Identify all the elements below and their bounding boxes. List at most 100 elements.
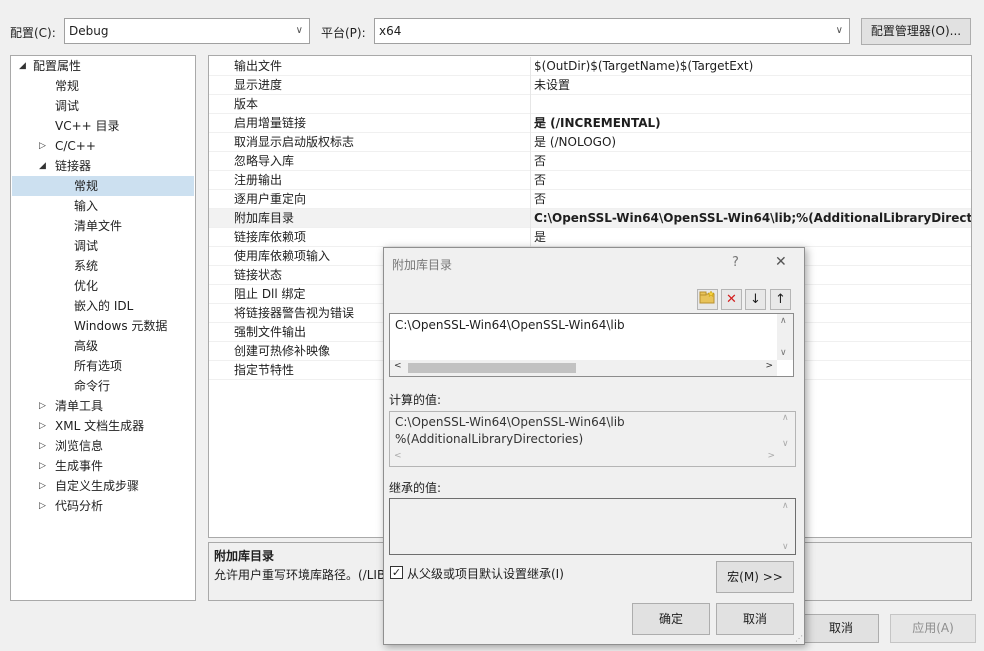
grid-row-value[interactable]: 是 (/INCREMENTAL)	[534, 114, 661, 133]
delete-line-button[interactable]: ✕	[721, 289, 742, 310]
platform-dropdown[interactable]: x64 ∨	[374, 18, 850, 44]
tree-item-linker-general[interactable]: 常规	[12, 176, 194, 196]
grid-row[interactable]: 取消显示启动版权标志 是 (/NOLOGO)	[209, 133, 971, 152]
grid-row-selected[interactable]: 附加库目录 C:\OpenSSL-Win64\OpenSSL-Win64\lib;…	[209, 209, 971, 228]
grid-row[interactable]: 启用增量链接 是 (/INCREMENTAL)	[209, 114, 971, 133]
vertical-scrollbar[interactable]: ∧ ∨	[777, 314, 793, 360]
tree-item-linker-all-options[interactable]: 所有选项	[74, 356, 122, 376]
inherited-value-box: ∧ ∨	[389, 498, 796, 555]
scroll-right-icon[interactable]: >	[767, 451, 775, 461]
directory-edit-value[interactable]: C:\OpenSSL-Win64\OpenSSL-Win64\lib	[395, 318, 625, 332]
tree-item-general[interactable]: 常规	[55, 76, 79, 96]
grid-row-value[interactable]: 否	[534, 190, 546, 209]
grid-row[interactable]: 忽略导入库 否	[209, 152, 971, 171]
column-divider	[530, 228, 531, 247]
platform-value: x64	[379, 24, 402, 38]
move-up-button[interactable]: ↑	[770, 289, 791, 310]
tree-item-vc-directories[interactable]: VC++ 目录	[55, 116, 120, 136]
tree-item-linker-system[interactable]: 系统	[74, 256, 98, 276]
collapsed-arrow-icon[interactable]: ▷	[39, 456, 46, 476]
tree-item-linker-windows-metadata[interactable]: Windows 元数据	[74, 316, 167, 336]
tree-item-debugging[interactable]: 调试	[55, 96, 79, 116]
grid-row[interactable]: 输出文件 $(OutDir)$(TargetName)$(TargetExt)	[209, 57, 971, 76]
column-divider	[530, 190, 531, 209]
collapsed-arrow-icon[interactable]: ▷	[39, 476, 46, 496]
expanded-arrow-icon[interactable]: ◢	[39, 156, 46, 176]
config-dropdown[interactable]: Debug ∨	[64, 18, 310, 44]
expanded-arrow-icon[interactable]: ◢	[19, 56, 26, 76]
grid-row-value[interactable]: 是	[534, 228, 546, 247]
scroll-up-icon[interactable]: ∧	[782, 501, 789, 511]
checkmark-icon: ✓	[391, 566, 402, 579]
inherit-checkbox-label[interactable]: 从父级或项目默认设置继承(I)	[407, 565, 564, 582]
tree-item-xml-doc-generator[interactable]: ▷ XML 文档生成器	[39, 416, 144, 436]
collapsed-arrow-icon[interactable]: ▷	[39, 416, 46, 436]
tree-item-linker[interactable]: ◢ 链接器	[39, 156, 91, 176]
column-divider	[530, 152, 531, 171]
ok-button[interactable]: 确定	[632, 603, 710, 635]
config-manager-button[interactable]: 配置管理器(O)...	[861, 18, 971, 45]
inherit-checkbox[interactable]: ✓	[390, 566, 403, 579]
apply-button[interactable]: 应用(A)	[890, 614, 976, 643]
tree-item-linker-debugging[interactable]: 调试	[74, 236, 98, 256]
macro-button[interactable]: 宏(M) >>	[716, 561, 794, 593]
property-tree[interactable]: ◢ 配置属性 常规 调试 VC++ 目录 ▷ C/C++ ◢ 链接器 常规 输入 清单…	[10, 55, 196, 601]
scroll-up-icon[interactable]: ∧	[780, 316, 787, 326]
tree-item-c-cpp[interactable]: ▷ C/C++	[39, 136, 96, 156]
grid-row[interactable]: 版本	[209, 95, 971, 114]
grid-row-value[interactable]: 否	[534, 171, 546, 190]
scroll-down-icon[interactable]: ∨	[782, 542, 789, 552]
collapsed-arrow-icon[interactable]: ▷	[39, 436, 46, 456]
horizontal-scrollbar[interactable]: < >	[390, 450, 779, 466]
tree-item-linker-manifest[interactable]: 清单文件	[74, 216, 122, 236]
scroll-left-icon[interactable]: <	[394, 361, 402, 371]
grid-row-value[interactable]: 否	[534, 152, 546, 171]
scrollbar-thumb[interactable]	[408, 363, 576, 373]
tree-item-linker-advanced[interactable]: 高级	[74, 336, 98, 356]
cancel-button[interactable]: 取消	[803, 614, 879, 643]
scroll-left-icon[interactable]: <	[394, 451, 402, 461]
grid-row-key: 忽略导入库	[234, 154, 295, 168]
scroll-up-icon[interactable]: ∧	[782, 413, 789, 423]
tree-item-config-properties[interactable]: ◢ 配置属性	[19, 56, 81, 76]
scroll-right-icon[interactable]: >	[765, 361, 773, 371]
grid-row-key: 创建可热修补映像	[234, 344, 331, 358]
new-line-button[interactable]	[697, 289, 718, 310]
grid-row-value[interactable]: C:\OpenSSL-Win64\OpenSSL-Win64\lib;%(Add…	[534, 209, 971, 228]
tree-item-linker-embedded-idl[interactable]: 嵌入的 IDL	[74, 296, 133, 316]
dialog-cancel-button[interactable]: 取消	[716, 603, 794, 635]
new-folder-icon	[699, 290, 715, 304]
tree-item-code-analysis[interactable]: ▷ 代码分析	[39, 496, 103, 516]
config-label: 配置(C):	[10, 26, 56, 40]
scroll-down-icon[interactable]: ∨	[780, 348, 787, 358]
grid-row[interactable]: 链接库依赖项 是	[209, 228, 971, 247]
grid-row-value[interactable]: 未设置	[534, 76, 570, 95]
grid-row[interactable]: 逐用户重定向 否	[209, 190, 971, 209]
grid-row-key: 将链接器警告视为错误	[234, 306, 355, 320]
grid-row-value[interactable]: 是 (/NOLOGO)	[534, 133, 616, 152]
tree-item-custom-build-step[interactable]: ▷ 自定义生成步骤	[39, 476, 139, 496]
tree-item-linker-input[interactable]: 输入	[74, 196, 98, 216]
grid-row[interactable]: 注册输出 否	[209, 171, 971, 190]
help-icon[interactable]: ?	[732, 255, 739, 270]
tree-item-build-events[interactable]: ▷ 生成事件	[39, 456, 103, 476]
scroll-down-icon[interactable]: ∨	[782, 439, 789, 449]
chevron-down-icon: ∨	[295, 25, 303, 36]
move-down-button[interactable]: ↓	[745, 289, 766, 310]
grid-row[interactable]: 显示进度 未设置	[209, 76, 971, 95]
collapsed-arrow-icon[interactable]: ▷	[39, 136, 46, 156]
tree-item-linker-optimization[interactable]: 优化	[74, 276, 98, 296]
collapsed-arrow-icon[interactable]: ▷	[39, 496, 46, 516]
tree-item-browse-info[interactable]: ▷ 浏览信息	[39, 436, 103, 456]
close-icon[interactable]: ✕	[775, 254, 787, 270]
directory-edit-box[interactable]: C:\OpenSSL-Win64\OpenSSL-Win64\lib ∧ ∨ <…	[389, 313, 794, 377]
grid-row-value[interactable]: $(OutDir)$(TargetName)$(TargetExt)	[534, 57, 753, 76]
horizontal-scrollbar[interactable]: < >	[390, 360, 777, 376]
grid-row-key: 启用增量链接	[234, 116, 307, 130]
vertical-scrollbar[interactable]: ∧ ∨	[779, 412, 795, 450]
vertical-scrollbar[interactable]: ∧ ∨	[779, 499, 795, 554]
tree-item-linker-command-line[interactable]: 命令行	[74, 376, 110, 396]
tree-item-manifest-tool[interactable]: ▷ 清单工具	[39, 396, 103, 416]
collapsed-arrow-icon[interactable]: ▷	[39, 396, 46, 416]
resize-grip-icon[interactable]: ⋰	[795, 635, 803, 643]
